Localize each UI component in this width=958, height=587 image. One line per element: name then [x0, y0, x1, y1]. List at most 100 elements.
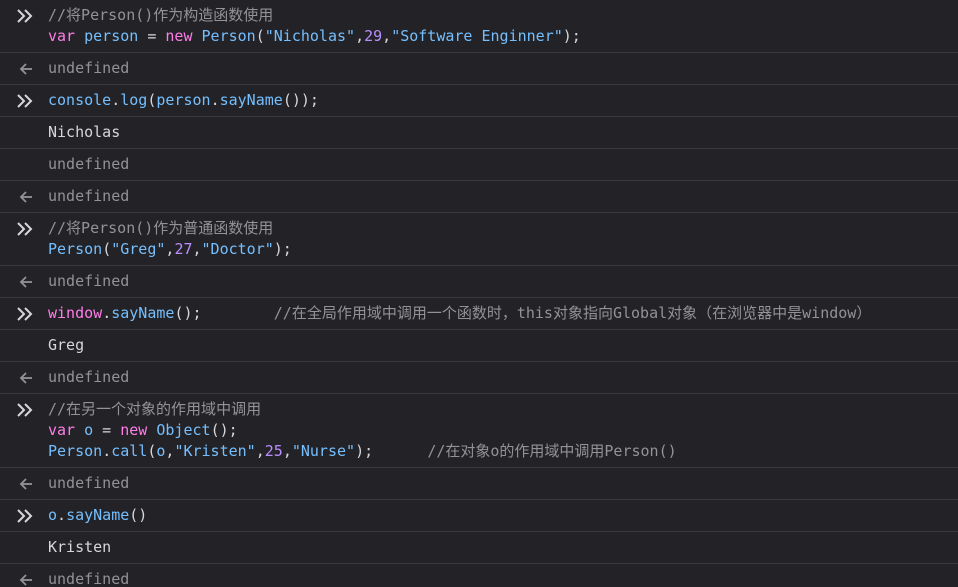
- code-token: Greg: [48, 336, 85, 354]
- console-entry-text: undefined: [48, 367, 958, 388]
- return-arrow-icon: [16, 187, 38, 207]
- code-line: //将Person()作为普通函数使用: [48, 218, 958, 239]
- undefined-value: undefined: [48, 474, 130, 492]
- code-token: );: [562, 27, 581, 45]
- return-arrow-icon: [16, 272, 38, 292]
- code-line: undefined: [48, 367, 958, 388]
- code-token: Person: [48, 442, 103, 460]
- code-token: Person: [201, 27, 256, 45]
- code-line: Person.call(o,"Kristen",25,"Nurse"); //在…: [48, 441, 958, 462]
- code-token: Kristen: [48, 538, 112, 556]
- console-result-row: undefined: [0, 564, 958, 587]
- code-line: var o = new Object();: [48, 420, 958, 441]
- code-line: window.sayName(); //在全局作用域中调用一个函数时，this对…: [48, 303, 958, 324]
- code-token: .: [111, 91, 121, 109]
- console-entry-text: undefined: [48, 473, 958, 494]
- console-input-row[interactable]: console.log(person.sayName());: [0, 85, 958, 117]
- code-comment: //将Person()作为构造函数使用: [48, 6, 274, 24]
- undefined-value: undefined: [48, 570, 130, 587]
- console-output: //将Person()作为构造函数使用 var person = new Pers…: [0, 0, 958, 587]
- code-token: ,: [382, 27, 392, 45]
- code-line: o.sayName(): [48, 505, 958, 526]
- code-comment: //在另一个对象的作用域中调用: [48, 400, 262, 418]
- undefined-value: undefined: [48, 155, 130, 173]
- return-arrow-icon: [16, 570, 38, 587]
- code-token: var: [48, 27, 76, 45]
- code-token: sayName: [111, 304, 175, 322]
- code-token: Object: [156, 421, 211, 439]
- code-line: undefined: [48, 569, 958, 587]
- code-token: "Kristen": [174, 442, 256, 460]
- code-line: Kristen: [48, 537, 958, 558]
- console-output-row: Nicholas: [0, 117, 958, 149]
- undefined-value: undefined: [48, 272, 130, 290]
- code-token: "Doctor": [201, 240, 274, 258]
- console-output-row: Kristen: [0, 532, 958, 564]
- undefined-value: undefined: [48, 187, 130, 205]
- code-line: //在另一个对象的作用域中调用: [48, 399, 958, 420]
- return-arrow-icon: [16, 368, 38, 388]
- code-token: ,: [355, 27, 365, 45]
- code-line: undefined: [48, 58, 958, 79]
- undefined-value: undefined: [48, 368, 130, 386]
- console-result-row: undefined: [0, 181, 958, 213]
- console-input-row[interactable]: o.sayName(): [0, 500, 958, 532]
- console-output-row: Greg: [0, 330, 958, 362]
- console-entry-text: //将Person()作为构造函数使用 var person = new Pers…: [48, 5, 958, 47]
- console-input-row[interactable]: //在另一个对象的作用域中调用 var o = new Object(); Pers…: [0, 394, 958, 468]
- console-entry-text: Greg: [48, 335, 958, 356]
- code-token: console: [48, 91, 112, 109]
- input-chevron-icon: [16, 400, 38, 420]
- undefined-value: undefined: [48, 59, 130, 77]
- code-line: undefined: [48, 186, 958, 207]
- console-entry-text: o.sayName(): [48, 505, 958, 526]
- code-line: Greg: [48, 335, 958, 356]
- code-token: .: [57, 506, 67, 524]
- code-token: (): [129, 506, 148, 524]
- code-token: );: [355, 442, 374, 460]
- console-input-row[interactable]: //将Person()作为普通函数使用 Person("Greg",27,"Doc…: [0, 213, 958, 266]
- code-token: sayName: [219, 91, 283, 109]
- console-entry-text: Nicholas: [48, 122, 958, 143]
- code-token: ,: [282, 442, 292, 460]
- console-entry-text: window.sayName(); //在全局作用域中调用一个函数时，this对…: [48, 303, 958, 324]
- console-entry-text: console.log(person.sayName());: [48, 90, 958, 111]
- code-comment: //将Person()作为普通函数使用: [48, 219, 274, 237]
- return-arrow-icon: [16, 59, 38, 79]
- code-token: "Greg": [111, 240, 166, 258]
- code-token: "Nurse": [291, 442, 356, 460]
- code-line: undefined: [48, 473, 958, 494]
- code-token: ,: [255, 442, 265, 460]
- code-token: ,: [192, 240, 202, 258]
- code-token: 25: [264, 442, 283, 460]
- code-token: (: [255, 27, 265, 45]
- code-token: "Software Enginner": [391, 27, 563, 45]
- code-token: ();: [210, 421, 238, 439]
- console-input-row[interactable]: window.sayName(); //在全局作用域中调用一个函数时，this对…: [0, 298, 958, 330]
- console-entry-text: undefined: [48, 58, 958, 79]
- code-line: //将Person()作为构造函数使用: [48, 5, 958, 26]
- console-entry-text: undefined: [48, 154, 958, 175]
- console-entry-text: //将Person()作为普通函数使用 Person("Greg",27,"Doc…: [48, 218, 958, 260]
- return-arrow-icon: [16, 474, 38, 494]
- console-output-row: undefined: [0, 149, 958, 181]
- code-token: ());: [282, 91, 319, 109]
- code-token: 29: [364, 27, 383, 45]
- console-result-row: undefined: [0, 468, 958, 500]
- code-token: Nicholas: [48, 123, 121, 141]
- input-chevron-icon: [16, 6, 38, 26]
- code-token: sayName: [66, 506, 130, 524]
- code-token: "Nicholas": [264, 27, 356, 45]
- code-token: var: [48, 421, 76, 439]
- code-line: Person("Greg",27,"Doctor");: [48, 239, 958, 260]
- code-token: .: [210, 91, 220, 109]
- code-line: Nicholas: [48, 122, 958, 143]
- console-input-row[interactable]: //将Person()作为构造函数使用 var person = new Pers…: [0, 0, 958, 53]
- code-token: ();: [174, 304, 202, 322]
- code-token: o: [48, 506, 58, 524]
- code-token: log: [120, 91, 148, 109]
